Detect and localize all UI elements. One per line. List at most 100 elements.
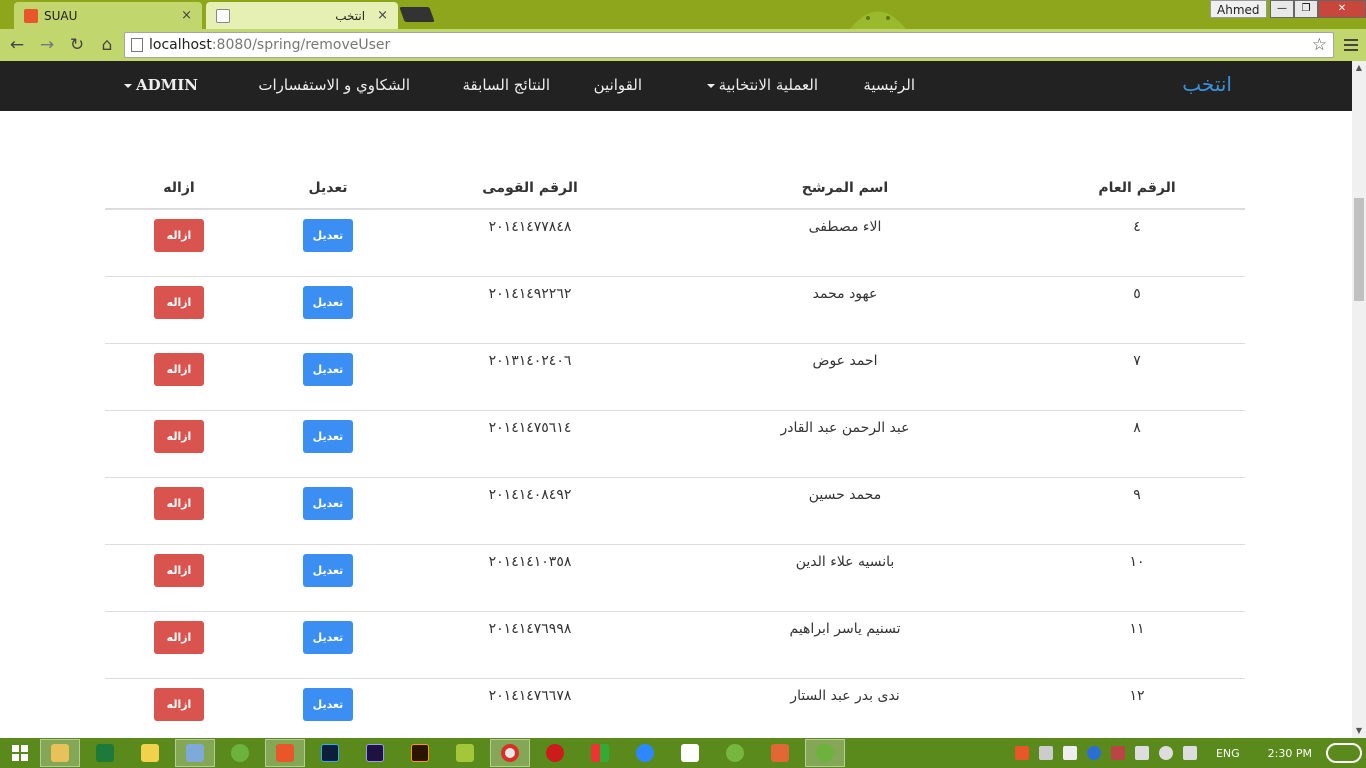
nav-home[interactable]: الرئيسية <box>863 76 915 94</box>
windows-logo-icon <box>12 745 28 761</box>
edit-button[interactable]: تعديل <box>303 554 353 587</box>
photoshop-icon[interactable] <box>310 739 350 767</box>
close-tab-icon[interactable]: × <box>181 8 192 23</box>
tab-title: SUAU <box>44 8 78 23</box>
cell-name: بانسيه علاء الدين <box>795 554 895 570</box>
new-tab-button[interactable] <box>399 7 435 22</box>
scroll-up-icon[interactable]: ▲ <box>1352 61 1366 75</box>
file-explorer-icon[interactable] <box>40 739 80 767</box>
illustrator-icon[interactable] <box>400 739 440 767</box>
remove-button[interactable]: ازاله <box>154 420 204 453</box>
system-tray: ENG 2:30 PM <box>1010 738 1366 768</box>
cards-game-icon[interactable] <box>670 739 710 767</box>
cell-national-id: ٢٠١٤١٤٧٦٦٧٨ <box>488 688 572 704</box>
edit-button[interactable]: تعديل <box>303 420 353 453</box>
reload-icon[interactable]: ↻ <box>64 32 90 58</box>
table-row: ١٢ ندى بدر عبد الستار ٢٠١٤١٤٧٦٦٧٨ تعديل ازال… <box>105 679 1245 746</box>
back-icon[interactable]: ← <box>4 32 30 58</box>
excel-icon[interactable] <box>85 739 125 767</box>
edit-button[interactable]: تعديل <box>303 487 353 520</box>
table-row: ٤ الاء مصطفى ٢٠١٤١٤٧٧٨٤٨ تعديل ازاله <box>105 210 1245 277</box>
usb-icon[interactable] <box>1038 746 1053 760</box>
after-effects-icon[interactable] <box>355 739 395 767</box>
xampp-icon[interactable] <box>265 739 305 767</box>
matlab-icon[interactable] <box>760 739 800 767</box>
start-button[interactable] <box>0 738 40 768</box>
page-scrollbar[interactable]: ▲ ▼ <box>1352 61 1366 738</box>
nav-admin[interactable]: ADMIN <box>120 76 198 94</box>
home-icon[interactable]: ⌂ <box>94 32 120 58</box>
edit-button[interactable]: تعديل <box>303 353 353 386</box>
url-path: :8080/spring/removeUser <box>211 37 391 53</box>
chrome-menu-icon[interactable] <box>1340 33 1362 57</box>
opera-icon[interactable] <box>535 739 575 767</box>
maximize-button[interactable]: ❐ <box>1294 0 1318 18</box>
utorrent-icon[interactable] <box>715 739 755 767</box>
cell-id: ١١ <box>1129 621 1145 637</box>
android-theme-mascot-icon <box>850 11 906 29</box>
volume-icon[interactable] <box>1182 746 1197 760</box>
scroll-down-icon[interactable]: ▼ <box>1352 724 1366 738</box>
nav-complaints[interactable]: الشكاوي و الاستفسارات <box>258 76 410 94</box>
close-window-button[interactable]: ✕ <box>1318 0 1366 18</box>
android-studio-icon[interactable] <box>445 739 485 767</box>
weather-cloud-icon[interactable] <box>1326 743 1362 763</box>
cell-national-id: ٢٠١٤١٤٧٦٩٩٨ <box>488 621 572 637</box>
table-row: ٩ محمد حسين ٢٠١٤١٤٠٨٤٩٢ تعديل ازاله <box>105 478 1245 545</box>
table-body: ٤ الاء مصطفى ٢٠١٤١٤٧٧٨٤٨ تعديل ازاله ٥ عهود مح… <box>105 210 1245 746</box>
cell-name: محمد حسين <box>808 487 882 503</box>
cell-name: عبد الرحمن عبد القادر <box>780 420 910 436</box>
network-icon[interactable] <box>1110 746 1125 760</box>
minimize-button[interactable]: — <box>1270 0 1294 18</box>
cell-id: ٧ <box>1133 353 1141 369</box>
spring-tool-icon[interactable] <box>220 739 260 767</box>
chrome-icon[interactable] <box>490 739 530 767</box>
spring-tool-icon[interactable] <box>805 739 845 767</box>
edit-button[interactable]: تعديل <box>303 688 353 721</box>
browser-tab-strip: SUAU × انتخب × Ahmed — ❐ ✕ <box>0 0 1366 29</box>
onedrive-icon[interactable] <box>1158 746 1173 760</box>
app-grid-icon[interactable] <box>580 739 620 767</box>
cell-id: ١٢ <box>1129 688 1145 704</box>
xampp-tray-icon[interactable] <box>1014 746 1029 760</box>
remove-button[interactable]: ازاله <box>154 487 204 520</box>
candidates-table: الرقم العام اسم المرشح الرقم القومى تعدي… <box>105 170 1245 746</box>
chevron-down-icon <box>706 83 715 88</box>
tab-entekhab[interactable]: انتخب × <box>206 2 398 29</box>
edit-button[interactable]: تعديل <box>303 286 353 319</box>
close-tab-icon[interactable]: × <box>377 8 388 23</box>
edit-button[interactable]: تعديل <box>303 219 353 252</box>
app-icon[interactable] <box>130 739 170 767</box>
bluetooth-icon[interactable] <box>1086 746 1101 760</box>
remove-button[interactable]: ازاله <box>154 219 204 252</box>
profile-button[interactable]: Ahmed <box>1210 0 1267 18</box>
scroll-thumb[interactable] <box>1354 198 1364 301</box>
messenger-icon[interactable] <box>625 739 665 767</box>
remove-button[interactable]: ازاله <box>154 688 204 721</box>
tab-title: انتخب <box>335 8 366 23</box>
remove-button[interactable]: ازاله <box>154 554 204 587</box>
nav-laws[interactable]: القوانين <box>594 76 642 94</box>
edit-button[interactable]: تعديل <box>303 621 353 654</box>
brand-logo[interactable]: انتخب <box>1182 72 1232 96</box>
remove-button[interactable]: ازاله <box>154 353 204 386</box>
clock[interactable]: 2:30 PM <box>1268 747 1312 760</box>
nav-previous-results[interactable]: النتائج السابقة <box>463 76 550 94</box>
cell-name: احمد عوض <box>812 353 878 369</box>
table-row: ٥ عهود محمد ٢٠١٤١٤٩٢٢٦٢ تعديل ازاله <box>105 277 1245 344</box>
cell-national-id: ٢٠١٤١٤٠٨٤٩٢ <box>488 487 572 503</box>
flag-icon[interactable] <box>1062 746 1077 760</box>
tab-suau[interactable]: SUAU × <box>14 2 202 29</box>
forward-icon[interactable]: → <box>34 32 60 58</box>
bookmark-star-icon[interactable]: ☆ <box>1312 35 1327 55</box>
language-indicator[interactable]: ENG <box>1216 747 1240 760</box>
virtualbox-icon[interactable] <box>175 739 215 767</box>
nav-election-process[interactable]: العملية الانتخابية <box>703 76 818 94</box>
site-navbar: انتخب الرئيسية العملية الانتخابية القوان… <box>0 61 1352 111</box>
remove-button[interactable]: ازاله <box>154 286 204 319</box>
cell-id: ٩ <box>1133 487 1141 503</box>
remove-button[interactable]: ازاله <box>154 621 204 654</box>
battery-icon[interactable] <box>1134 746 1149 760</box>
address-bar[interactable]: localhost :8080/spring/removeUser ☆ <box>124 32 1334 58</box>
cell-name: عهود محمد <box>812 286 878 302</box>
